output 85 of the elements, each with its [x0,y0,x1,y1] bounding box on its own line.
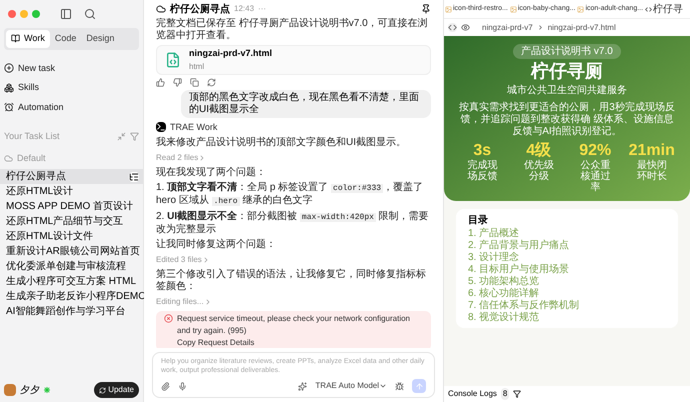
update-button[interactable]: Update [94,382,139,398]
search-icon[interactable] [84,8,96,20]
arrow-up-icon [414,382,424,390]
mode-tab[interactable]: Design [81,30,120,48]
version-badge: 产品设计说明书 v7.0 [513,44,621,59]
thumbs-down-icon[interactable] [173,78,182,86]
file-type: html [189,60,206,72]
chevron-down-icon [379,382,387,390]
close-window-button[interactable] [8,10,16,18]
group-label: Default [17,152,46,164]
model-selector[interactable]: TRAE Auto Model [315,380,387,392]
thumbs-up-icon[interactable] [156,78,165,86]
message-text: 2. UI截图显示不全：部分截图被 max-width:420px 限制，需要改为完整显示 [156,211,430,236]
stat-value: 21min [628,142,675,160]
copy-icon[interactable] [190,78,199,86]
hero-title: 柠仔寻厕 [531,60,603,83]
chevron-right-icon [536,24,544,31]
task-item[interactable]: 优化委派单创建与审核流程 [0,259,143,274]
bug-icon[interactable] [395,382,404,390]
stat-label: 完成现场反馈 [466,160,498,182]
file-tab[interactable]: 柠仔寻 [644,2,684,16]
nav-item[interactable]: New task [4,62,139,75]
nav-item[interactable]: Skills [4,81,139,94]
sparkle-icon[interactable] [298,382,308,390]
log-count-badge: 8 [500,388,510,400]
agent-name: TRAE Work [170,120,218,134]
cloud-icon [156,4,166,14]
code-file-icon [645,6,652,12]
image-file-icon [577,6,584,12]
error-text: Request service timeout, please check your network configuration and try again. (995) [177,313,412,337]
task-item[interactable]: AI智能舞蹈创作与学习平台 [0,304,143,319]
section-title: Your Task List [4,130,60,143]
task-item[interactable]: 生成小程序可交互方案 HTML [0,274,143,289]
collapse-icon[interactable] [117,132,126,142]
message-text: 第三个修改引入了错误的语法，让我修复它，同时修复指标标签颜色： [156,269,427,293]
console-logs-tab[interactable]: Console Logs [448,388,497,400]
mode-tab[interactable]: Work [6,30,50,48]
breadcrumb-item[interactable]: ningzai-prd-v7 [482,22,533,34]
preview-eye-icon[interactable] [461,23,470,32]
hero-description: 按真实需求找到更适合的公厕，用3秒完成现场反馈，并追踪问题到整改获得确 级体系、设施信息反馈与AI拍照识别登记。 [458,102,676,138]
nav-item[interactable]: Automation [4,100,139,114]
stat-label: 最快闭环时长 [636,160,668,182]
image-file-icon [510,6,517,12]
message-text: 1. 顶部文字看不清：全局 p 标签设置了 color:#333 ，覆盖了 hero 区域从 .hero 继承的白色文字 [156,182,424,208]
user-avatar[interactable] [4,384,16,396]
user-message: 顶部的黑色文字改成白色，现在黑色看不清楚，里面的UI截图显示全 [181,90,431,118]
chat-time: 12:43 [234,3,254,15]
message-text: 我来修改产品设计说明书的顶部文字颜色和UI截图显示。 [156,137,407,149]
stat-label: 公众重核通过率 [579,160,612,193]
book-icon [11,34,20,44]
microphone-icon[interactable] [178,382,187,390]
attach-icon[interactable] [161,382,170,390]
filter-icon[interactable] [513,390,522,398]
refresh-icon [99,386,106,394]
file-card[interactable]: ningzai-prd-v7.html html [156,45,431,74]
task-item[interactable]: 柠仔公厕寻点 [0,169,143,184]
task-item[interactable]: MOSS APP DEMO 首页设计 [0,199,143,214]
message-text: 现在我发现了两个问题： [156,167,267,179]
file-icon [165,52,181,68]
chat-title: 柠仔公厕寻点 [170,2,230,16]
task-options-icon[interactable] [129,172,139,182]
stat-label: 优先级分级 [522,160,555,182]
error-icon [164,314,173,323]
task-item[interactable]: 还原HTML设计文件 [0,229,143,244]
file-name: ningzai-prd-v7.html [189,47,272,60]
mode-tab[interactable]: Code [50,30,82,48]
agent-logo-icon [156,122,166,132]
cloud-icon [4,154,13,163]
pin-icon[interactable] [421,4,431,14]
image-file-icon [445,6,452,12]
stat-value: 3s [473,142,492,160]
stat-value: 4级 [526,142,552,160]
code-view-icon[interactable] [448,23,457,32]
message-text: 让我同时修复这两个问题： [156,239,277,251]
retry-icon[interactable] [207,78,216,86]
breadcrumb-item[interactable]: ningzai-prd-v7.html [548,22,616,34]
toc-title: 目录 [468,214,489,228]
user-name: 夕夕 [20,384,40,398]
task-item[interactable]: 还原HTML产品细节与交互 [0,214,143,229]
task-item[interactable]: 重新设计AR眼镜公司网站首页 [0,244,143,259]
sidebar-toggle-icon[interactable] [60,8,72,20]
task-item[interactable]: 还原HTML设计 [0,184,143,199]
stat-value: 92% [579,142,612,160]
copy-details-link[interactable]: Copy Request Details [177,337,423,348]
hero-subtitle: 城市公共卫生空间共建服务 [507,84,627,98]
